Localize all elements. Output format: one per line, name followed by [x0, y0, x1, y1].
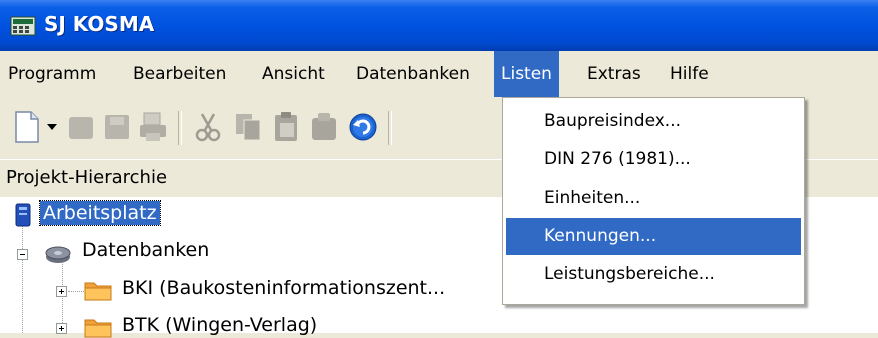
- menu-item-leistungsbereiche[interactable]: Leistungsbereiche...: [506, 256, 801, 293]
- menu-item-baupreisindex[interactable]: Baupreisindex...: [506, 103, 801, 140]
- cut-icon[interactable]: [194, 112, 222, 142]
- folder-icon: [84, 319, 112, 338]
- menu-listen[interactable]: Listen: [494, 51, 559, 97]
- copy-icon[interactable]: [234, 112, 262, 142]
- menu-bearbeiten[interactable]: Bearbeiten: [133, 51, 226, 97]
- tree-connector: [68, 291, 84, 292]
- save-icon-disabled: [105, 115, 129, 139]
- tree-connector: [22, 221, 23, 333]
- computer-icon: [15, 203, 31, 227]
- menu-item-kennungen[interactable]: Kennungen...: [506, 218, 801, 255]
- menu-programm[interactable]: Programm: [8, 51, 96, 97]
- print-icon-disabled: [140, 112, 166, 141]
- expand-toggle[interactable]: [56, 323, 67, 334]
- tree-item-arbeitsplatz[interactable]: Arbeitsplatz: [39, 200, 161, 226]
- database-disk-icon: [45, 246, 71, 263]
- expand-toggle[interactable]: [56, 286, 67, 297]
- toolbar-separator: [178, 111, 182, 145]
- paste-icon[interactable]: [272, 111, 300, 143]
- menu-item-einheiten[interactable]: Einheiten...: [506, 180, 801, 217]
- menu-datenbanken[interactable]: Datenbanken: [356, 51, 470, 97]
- window-title: SJ KOSMA: [44, 12, 155, 36]
- folder-icon: [84, 282, 112, 301]
- menu-ansicht[interactable]: Ansicht: [262, 51, 325, 97]
- undo-icon[interactable]: [348, 112, 378, 142]
- new-document-icon[interactable]: [14, 111, 40, 143]
- menu-item-din276[interactable]: DIN 276 (1981)...: [506, 141, 801, 178]
- toolbar-separator: [388, 111, 392, 145]
- menu-hilfe[interactable]: Hilfe: [670, 51, 709, 97]
- title-bar: SJ KOSMA: [0, 0, 878, 51]
- tree-item-bki[interactable]: BKI (Baukosteninformationszent...: [122, 277, 445, 299]
- menu-extras[interactable]: Extras: [587, 51, 641, 97]
- tree-item-datenbanken[interactable]: Datenbanken: [82, 239, 209, 261]
- app-calculator-icon: [10, 16, 36, 36]
- menu-bar: Programm Bearbeiten Ansicht Datenbanken …: [0, 51, 878, 97]
- pane-title: Projekt-Hierarchie: [6, 167, 168, 188]
- listen-menu-dropdown: Baupreisindex... DIN 276 (1981)... Einhe…: [502, 97, 805, 305]
- dropdown-arrow-icon[interactable]: [46, 123, 58, 131]
- properties-icon-disabled: [312, 113, 336, 140]
- open-icon-disabled: [69, 117, 93, 139]
- collapse-toggle[interactable]: [17, 249, 28, 260]
